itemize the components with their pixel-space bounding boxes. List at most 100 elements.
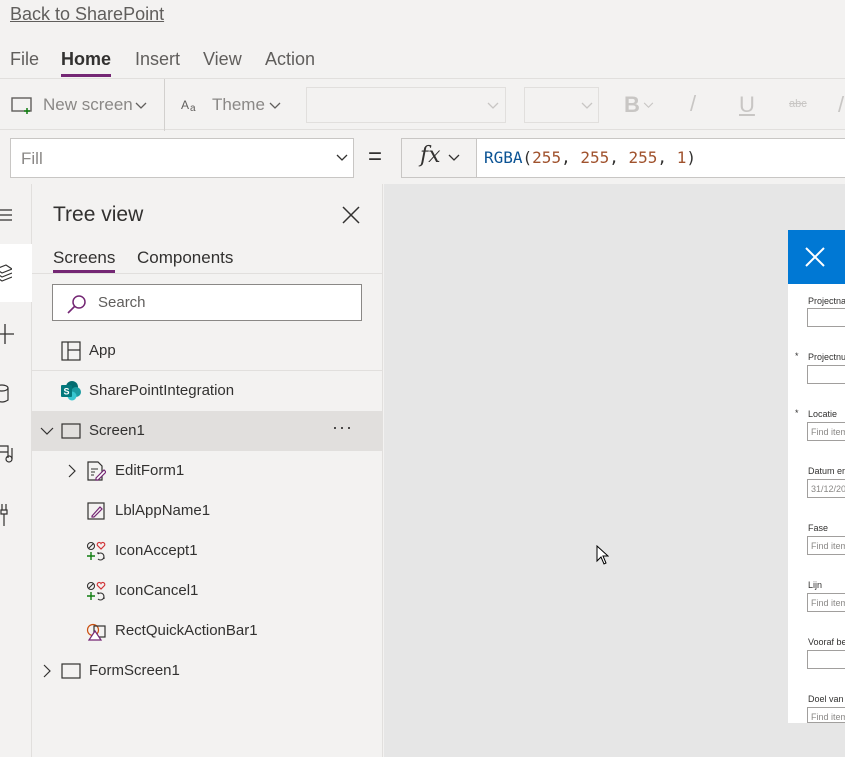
back-to-sharepoint-link[interactable]: Back to SharePoint: [10, 4, 164, 25]
new-screen-button[interactable]: New screen: [0, 79, 160, 129]
tree-item-iconcancel1[interactable]: IconCancel1: [32, 571, 382, 611]
tree-item-rectquickactionbar1[interactable]: RectQuickActionBar1: [32, 611, 382, 651]
formula-paren-close: ): [686, 148, 696, 167]
form-header-bar: [788, 230, 845, 284]
formula-green: 255: [580, 148, 610, 167]
database-icon: [0, 384, 9, 403]
formula-separator: ,: [657, 148, 677, 167]
formula-blue: 255: [628, 148, 658, 167]
underline-button[interactable]: U: [739, 92, 755, 118]
theme-button[interactable]: A a Theme: [170, 79, 290, 129]
toolbar-divider: [164, 79, 165, 131]
tree-item-screen1[interactable]: Screen1 ···: [32, 411, 382, 451]
chevron-down-icon[interactable]: [40, 424, 54, 438]
hamburger-button[interactable]: [0, 190, 32, 240]
formula-separator: ,: [561, 148, 581, 167]
tree-search-input[interactable]: Search: [52, 284, 362, 321]
hamburger-icon: [0, 209, 12, 221]
combo-box-field[interactable]: Find item: [807, 707, 845, 723]
property-dropdown-value: Fill: [21, 149, 43, 168]
icons-icon: [86, 581, 106, 601]
tab-screens[interactable]: Screens: [53, 248, 115, 268]
required-asterisk: *: [795, 408, 799, 418]
new-screen-icon: [11, 97, 32, 114]
combo-box-field[interactable]: Find item: [807, 422, 845, 441]
date-picker-field[interactable]: 31/12/20: [807, 479, 845, 498]
plus-icon: [0, 324, 14, 344]
form-preview[interactable]: Projectna * Projectnu * Locatie Find ite…: [788, 230, 845, 723]
tree-item-label: IconAccept1: [115, 542, 198, 559]
formula-red: 255: [532, 148, 562, 167]
tree-item-label: App: [89, 342, 116, 359]
field-label: Projectna: [808, 296, 845, 306]
strikethrough-button[interactable]: abc: [789, 98, 807, 110]
required-asterisk: *: [795, 351, 799, 361]
edit-form-icon: [87, 461, 106, 481]
tab-components[interactable]: Components: [137, 248, 233, 268]
field-label: Fase: [808, 523, 829, 533]
tree-item-iconaccept1[interactable]: IconAccept1: [32, 531, 382, 571]
property-dropdown[interactable]: Fill: [10, 138, 354, 178]
font-family-dropdown[interactable]: [306, 87, 506, 123]
function-button[interactable]: fx: [401, 138, 477, 178]
field-label: Doel van: [808, 694, 844, 704]
chevron-down-icon: [448, 154, 460, 161]
label-icon: [87, 502, 105, 520]
text-input-field[interactable]: [807, 650, 845, 669]
chevron-down-icon: [487, 102, 499, 109]
field-label: Datum er: [808, 466, 845, 476]
mouse-cursor-icon: [596, 545, 609, 565]
field-label: Locatie: [808, 409, 838, 419]
combo-box-field[interactable]: Find item: [807, 536, 845, 555]
formula-input[interactable]: RGBA(255, 255, 255, 1): [476, 138, 845, 178]
chevron-right-icon[interactable]: [40, 664, 54, 678]
field-label: Vooraf be: [808, 637, 845, 647]
italic-button[interactable]: /: [690, 91, 696, 117]
chevron-right-icon[interactable]: [65, 464, 79, 478]
close-icon[interactable]: [340, 204, 362, 226]
close-icon[interactable]: [805, 247, 825, 267]
menu-view[interactable]: View: [203, 49, 242, 70]
screen-icon: [61, 663, 81, 679]
menu-action[interactable]: Action: [265, 49, 315, 70]
tree-item-sharepointintegration[interactable]: S SharePointIntegration: [32, 371, 382, 411]
tree-item-editform1[interactable]: EditForm1: [32, 451, 382, 491]
chevron-down-icon: [336, 154, 348, 161]
tree-item-label: IconCancel1: [115, 582, 199, 599]
more-options-button[interactable]: ···: [332, 417, 353, 438]
insert-rail-button[interactable]: [0, 310, 32, 360]
tree-item-formscreen1[interactable]: FormScreen1: [32, 651, 382, 691]
formula-alpha: 1: [676, 148, 687, 167]
media-rail-button[interactable]: [0, 430, 32, 480]
menu-insert[interactable]: Insert: [135, 49, 180, 70]
chevron-down-icon: [269, 102, 281, 109]
tree-view-panel: Tree view Screens Components Search App …: [32, 184, 383, 757]
text-input-field[interactable]: [807, 365, 845, 384]
tree-view-rail-button[interactable]: [0, 244, 32, 302]
tree-item-label: SharePointIntegration: [89, 382, 235, 399]
svg-text:a: a: [190, 103, 196, 113]
text-input-field[interactable]: [807, 308, 845, 327]
more-format-button[interactable]: /: [838, 92, 844, 118]
chevron-down-icon: [581, 102, 593, 109]
advanced-tools-rail-button[interactable]: [0, 490, 32, 540]
font-size-dropdown[interactable]: [524, 87, 599, 123]
menu-file[interactable]: File: [10, 49, 39, 70]
shapes-icon: [86, 623, 106, 641]
media-icon: [0, 445, 13, 463]
design-canvas[interactable]: Projectna * Projectnu * Locatie Find ite…: [384, 184, 845, 757]
menu-active-indicator: [61, 74, 111, 77]
formula-function: RGBA: [484, 148, 523, 167]
screen-icon: [61, 423, 81, 439]
combo-box-field[interactable]: Find item: [807, 593, 845, 612]
tools-icon: [0, 504, 8, 526]
data-rail-button[interactable]: [0, 370, 32, 420]
left-rail: [0, 184, 32, 757]
svg-text:S: S: [64, 387, 70, 397]
menu-home[interactable]: Home: [61, 49, 111, 70]
tree-item-app[interactable]: App: [32, 331, 382, 371]
toolbar: New screen A a Theme B / U abc /: [0, 78, 845, 131]
tree-view-title: Tree view: [53, 203, 144, 226]
tree-item-lblappname1[interactable]: LblAppName1: [32, 491, 382, 531]
bold-button[interactable]: B: [624, 92, 640, 118]
